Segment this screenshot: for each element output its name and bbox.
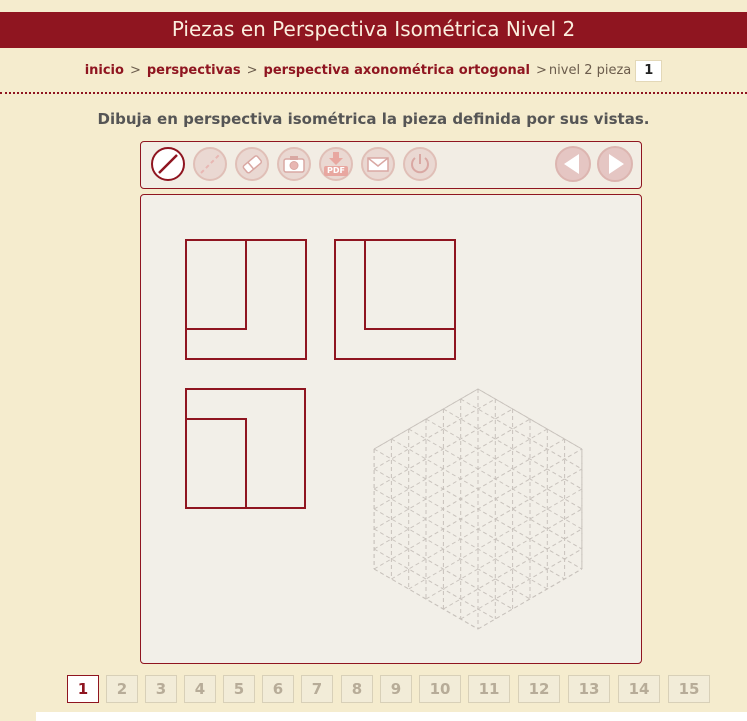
- front-view: [185, 239, 307, 360]
- dashed-line-icon: [200, 154, 220, 174]
- camera-button[interactable]: [277, 147, 311, 181]
- isometric-grid: [373, 388, 583, 630]
- breadcrumb-separator: >: [536, 63, 547, 78]
- grid-line: [373, 418, 531, 510]
- line-icon: [158, 154, 178, 174]
- eraser-icon: [242, 155, 263, 174]
- previous-button[interactable]: [555, 146, 591, 182]
- pagination: 1 2 3 4 5 6 7 8 9 10 11 12 13 14 15: [0, 675, 747, 705]
- footer-line: [36, 712, 747, 721]
- grid-line: [373, 398, 496, 470]
- grid-line: [443, 408, 583, 490]
- grid-line: [425, 508, 583, 600]
- page-button-2[interactable]: 2: [106, 675, 138, 703]
- breadcrumb-axonometrica[interactable]: perspectiva axonométrica ortogonal: [264, 63, 530, 78]
- grid-line: [373, 528, 513, 610]
- grid-line: [373, 548, 496, 620]
- breadcrumb-current: nivel 2 pieza: [548, 63, 632, 78]
- drawing-canvas[interactable]: [140, 194, 642, 664]
- dotted-divider: [0, 92, 747, 94]
- page-button-1[interactable]: 1: [67, 675, 99, 703]
- power-button[interactable]: [403, 147, 437, 181]
- piece-number: 1: [635, 60, 663, 82]
- grid-line: [460, 398, 583, 470]
- grid-line: [391, 438, 583, 550]
- breadcrumb: inicio > perspectivas > perspectiva axonomét…: [0, 60, 747, 82]
- page-button-7[interactable]: 7: [301, 675, 333, 703]
- page-button-14[interactable]: 14: [618, 675, 660, 703]
- pdf-download-button[interactable]: PDF: [319, 147, 353, 181]
- grid-line: [477, 568, 583, 630]
- grid-line: [425, 418, 583, 510]
- breadcrumb-separator: >: [129, 63, 141, 78]
- page-button-10[interactable]: 10: [419, 675, 461, 703]
- side-view: [334, 239, 456, 360]
- breadcrumb-inicio[interactable]: inicio: [85, 63, 124, 78]
- breadcrumb-separator: >: [246, 63, 258, 78]
- grid-line: [443, 528, 583, 610]
- page-button-3[interactable]: 3: [145, 675, 177, 703]
- grid-line: [460, 548, 583, 620]
- page-button-11[interactable]: 11: [468, 675, 510, 703]
- next-button[interactable]: [597, 146, 633, 182]
- page-title: Piezas en Perspectiva Isométrica Nivel 2: [171, 17, 576, 41]
- views-drawing: [185, 239, 583, 630]
- page-button-6[interactable]: 6: [262, 675, 294, 703]
- top-view: [185, 388, 306, 509]
- grid-line: [373, 508, 531, 600]
- pdf-label: PDF: [327, 166, 345, 175]
- page-button-5[interactable]: 5: [223, 675, 255, 703]
- dashed-line-tool[interactable]: [193, 147, 227, 181]
- arrow-right-icon: [609, 154, 624, 174]
- envelope-icon: [367, 157, 389, 172]
- arrow-left-icon: [564, 154, 579, 174]
- power-icon: [411, 154, 429, 174]
- mail-button[interactable]: [361, 147, 395, 181]
- page-button-15[interactable]: 15: [668, 675, 710, 703]
- eraser-tool[interactable]: [235, 147, 269, 181]
- page-button-9[interactable]: 9: [380, 675, 412, 703]
- page-button-13[interactable]: 13: [568, 675, 610, 703]
- page-button-4[interactable]: 4: [184, 675, 216, 703]
- instruction-text: Dibuja en perspectiva isométrica la piez…: [97, 110, 650, 128]
- toolbar: PDF: [140, 141, 642, 189]
- grid-line: [373, 468, 565, 580]
- page-button-12[interactable]: 12: [518, 675, 560, 703]
- breadcrumb-perspectivas[interactable]: perspectivas: [147, 63, 241, 78]
- grid-line: [373, 438, 565, 550]
- camera-icon: [283, 156, 305, 173]
- header: Piezas en Perspectiva Isométrica Nivel 2: [0, 0, 747, 48]
- page-button-8[interactable]: 8: [341, 675, 373, 703]
- grid-line: [373, 408, 513, 490]
- grid-line: [391, 468, 583, 580]
- draw-line-tool[interactable]: [151, 147, 185, 181]
